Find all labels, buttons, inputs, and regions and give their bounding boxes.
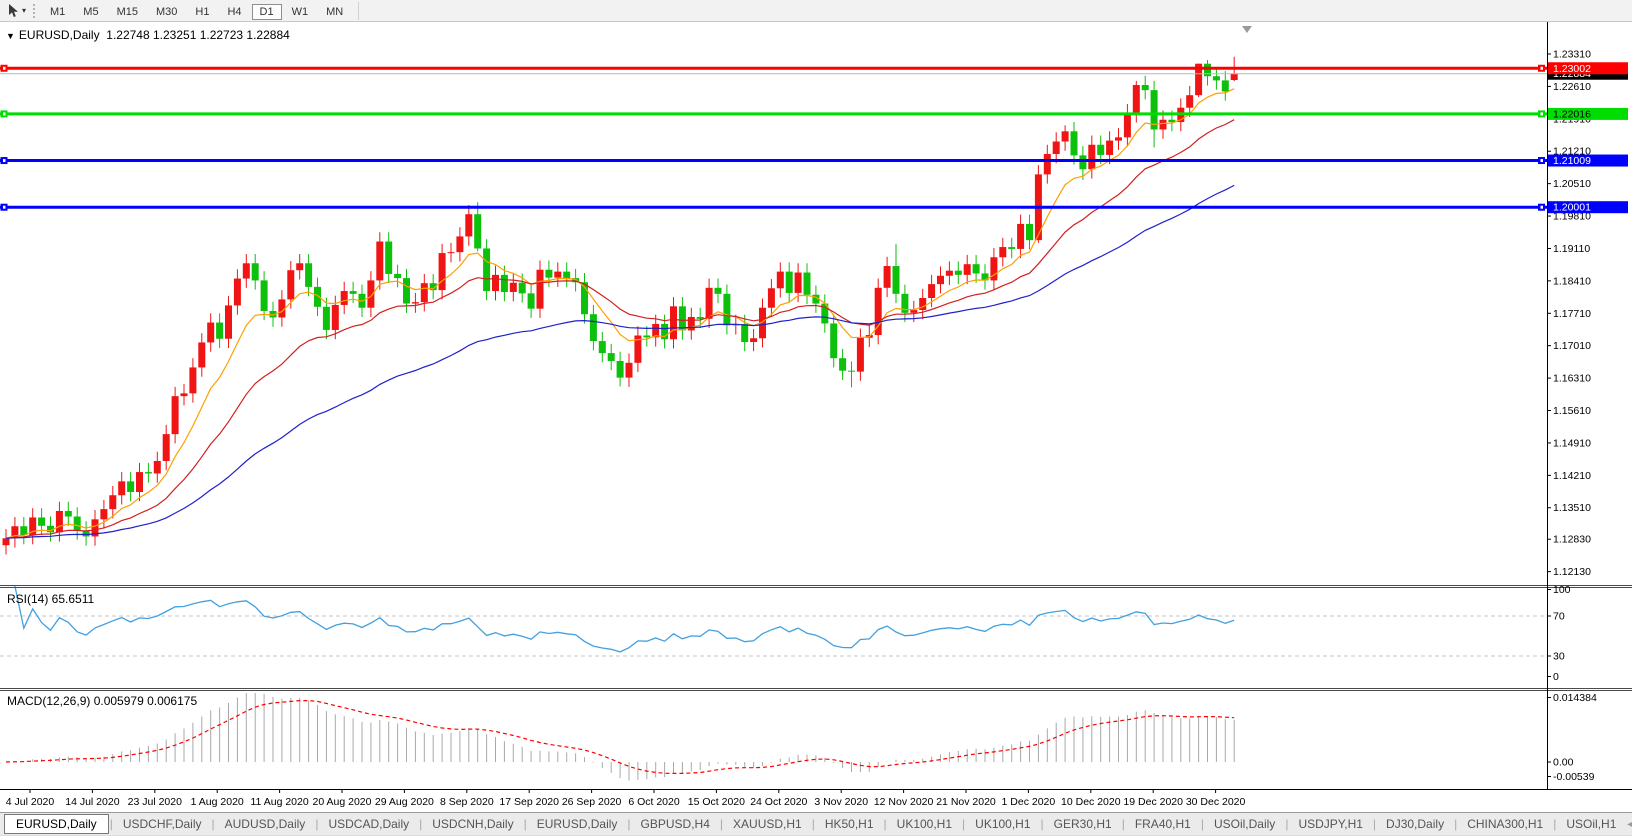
- date-tick-label: 24 Oct 2020: [750, 796, 807, 808]
- timeframe-button-H1[interactable]: H1: [187, 4, 217, 20]
- date-tick-label: 11 Aug 2020: [250, 796, 308, 808]
- chart-tab-9[interactable]: UK100,H1: [888, 815, 961, 833]
- rsi-axis-label: 0: [1553, 671, 1559, 683]
- price-tick-label: 1.17010: [1553, 340, 1591, 352]
- date-tick-label: 20 Aug 2020: [313, 796, 372, 808]
- timeframe-button-M30[interactable]: M30: [148, 4, 185, 20]
- date-tick-label: 19 Dec 2020: [1123, 796, 1183, 808]
- svg-text:1.23002: 1.23002: [1553, 63, 1591, 75]
- chart-tab-6[interactable]: GBPUSD,H4: [632, 815, 719, 833]
- chart-tab-7[interactable]: XAUUSD,H1: [724, 815, 811, 833]
- chart-tab-2[interactable]: AUDUSD,Daily: [216, 815, 315, 833]
- chart-window[interactable]: ▼ EURUSD,Daily 1.22748 1.23251 1.22723 1.…: [0, 22, 1632, 812]
- chart-tab-1[interactable]: USDCHF,Daily: [114, 815, 211, 833]
- price-tick-label: 1.18410: [1553, 275, 1591, 287]
- chart-ohlc-values: 1.22748 1.23251 1.22723 1.22884: [106, 28, 290, 42]
- chart-tab-12[interactable]: FRA40,H1: [1126, 815, 1200, 833]
- date-tick-label: 23 Jul 2020: [128, 796, 182, 808]
- price-tick-label: 1.23310: [1553, 49, 1591, 61]
- toolbar-separator: [358, 2, 359, 20]
- macd-axis-label: -0.00539: [1553, 771, 1595, 783]
- price-tick-label: 1.15610: [1553, 405, 1591, 417]
- date-tick-label: 29 Aug 2020: [375, 796, 434, 808]
- timeframe-button-group: M1M5M15M30H1H4D1W1MN: [41, 2, 352, 20]
- chart-tab-15[interactable]: DJ30,Daily: [1377, 815, 1453, 833]
- chart-tab-10[interactable]: UK100,H1: [966, 815, 1039, 833]
- macd-indicator-label: MACD(12,26,9) 0.005979 0.006175: [7, 694, 197, 708]
- timeframe-button-H4[interactable]: H4: [219, 4, 249, 20]
- svg-text:1.20001: 1.20001: [1553, 202, 1591, 214]
- chart-symbol-label: EURUSD,Daily: [19, 28, 100, 42]
- date-tick-label: 10 Dec 2020: [1061, 796, 1121, 808]
- cursor-tool-dropdown-icon[interactable]: ▾: [22, 6, 26, 15]
- price-tick-label: 1.13510: [1553, 502, 1591, 514]
- chart-tab-11[interactable]: GER30,H1: [1045, 815, 1121, 833]
- date-tick-label: 12 Nov 2020: [874, 796, 934, 808]
- chart-tab-14[interactable]: USDJPY,H1: [1289, 815, 1371, 833]
- price-tick-label: 1.17710: [1553, 308, 1591, 320]
- timeframe-button-M5[interactable]: M5: [75, 4, 106, 20]
- price-tick-label: 1.12130: [1553, 566, 1591, 578]
- macd-axis-label: 0.014384: [1553, 692, 1597, 704]
- date-tick-label: 1 Aug 2020: [191, 796, 244, 808]
- rsi-axis-label: 30: [1553, 651, 1565, 663]
- date-tick-label: 8 Sep 2020: [440, 796, 494, 808]
- rsi-indicator-label: RSI(14) 65.6511: [7, 592, 94, 606]
- chart-tab-8[interactable]: HK50,H1: [816, 815, 883, 833]
- date-tick-label: 21 Nov 2020: [936, 796, 996, 808]
- date-tick-label: 15 Oct 2020: [688, 796, 745, 808]
- chart-title: ▼ EURUSD,Daily 1.22748 1.23251 1.22723 1.…: [6, 28, 290, 42]
- price-tick-label: 1.14910: [1553, 437, 1591, 449]
- price-tick-label: 1.14210: [1553, 470, 1591, 482]
- date-tick-label: 6 Oct 2020: [628, 796, 680, 808]
- chart-tab-5[interactable]: EURUSD,Daily: [528, 815, 627, 833]
- timeframe-button-W1[interactable]: W1: [284, 4, 317, 20]
- date-tick-label: 26 Sep 2020: [562, 796, 622, 808]
- price-tick-label: 1.16310: [1553, 373, 1591, 385]
- price-tick-label: 1.20510: [1553, 178, 1591, 190]
- chart-tab-17[interactable]: USOil,H1: [1557, 815, 1625, 833]
- chart-tab-3[interactable]: USDCAD,Daily: [319, 815, 418, 833]
- price-chart-canvas[interactable]: 1.233101.226101.219101.212101.205101.198…: [0, 22, 1632, 812]
- date-tick-label: 14 Jul 2020: [65, 796, 119, 808]
- date-tick-label: 17 Sep 2020: [499, 796, 559, 808]
- date-tick-label: 1 Dec 2020: [1002, 796, 1056, 808]
- one-click-trading-caret-icon[interactable]: ▼: [6, 31, 15, 41]
- chart-tab-bar: EURUSD,Daily|USDCHF,Daily|AUDUSD,Daily|U…: [0, 812, 1632, 835]
- cursor-tool-icon[interactable]: [5, 3, 21, 19]
- timeframe-button-M15[interactable]: M15: [109, 4, 146, 20]
- svg-text:1.21009: 1.21009: [1553, 155, 1591, 167]
- chart-tab-0[interactable]: EURUSD,Daily: [4, 814, 109, 834]
- price-tick-label: 1.22610: [1553, 81, 1591, 93]
- date-tick-label: 30 Dec 2020: [1186, 796, 1246, 808]
- rsi-axis-label: 100: [1553, 584, 1571, 596]
- toolbar-grip[interactable]: [33, 4, 35, 18]
- chart-tab-13[interactable]: USOil,Daily: [1205, 815, 1284, 833]
- date-tick-label: 3 Nov 2020: [814, 796, 868, 808]
- chart-tab-4[interactable]: USDCNH,Daily: [423, 815, 522, 833]
- timeframe-button-M1[interactable]: M1: [42, 4, 73, 20]
- svg-text:1.22016: 1.22016: [1553, 108, 1591, 120]
- timeframe-button-D1[interactable]: D1: [252, 4, 282, 20]
- macd-axis-label: 0.00: [1553, 757, 1574, 769]
- timeframe-button-MN[interactable]: MN: [318, 4, 351, 20]
- chart-tab-16[interactable]: CHINA300,H1: [1458, 815, 1552, 833]
- date-tick-label: 4 Jul 2020: [6, 796, 55, 808]
- rsi-axis-label: 70: [1553, 611, 1565, 623]
- top-toolbar: ▾ M1M5M15M30H1H4D1W1MN: [0, 0, 1632, 22]
- price-tick-label: 1.19110: [1553, 243, 1590, 255]
- price-tick-label: 1.12830: [1553, 534, 1591, 546]
- tab-scroll-left-icon[interactable]: ◄: [1625, 819, 1632, 829]
